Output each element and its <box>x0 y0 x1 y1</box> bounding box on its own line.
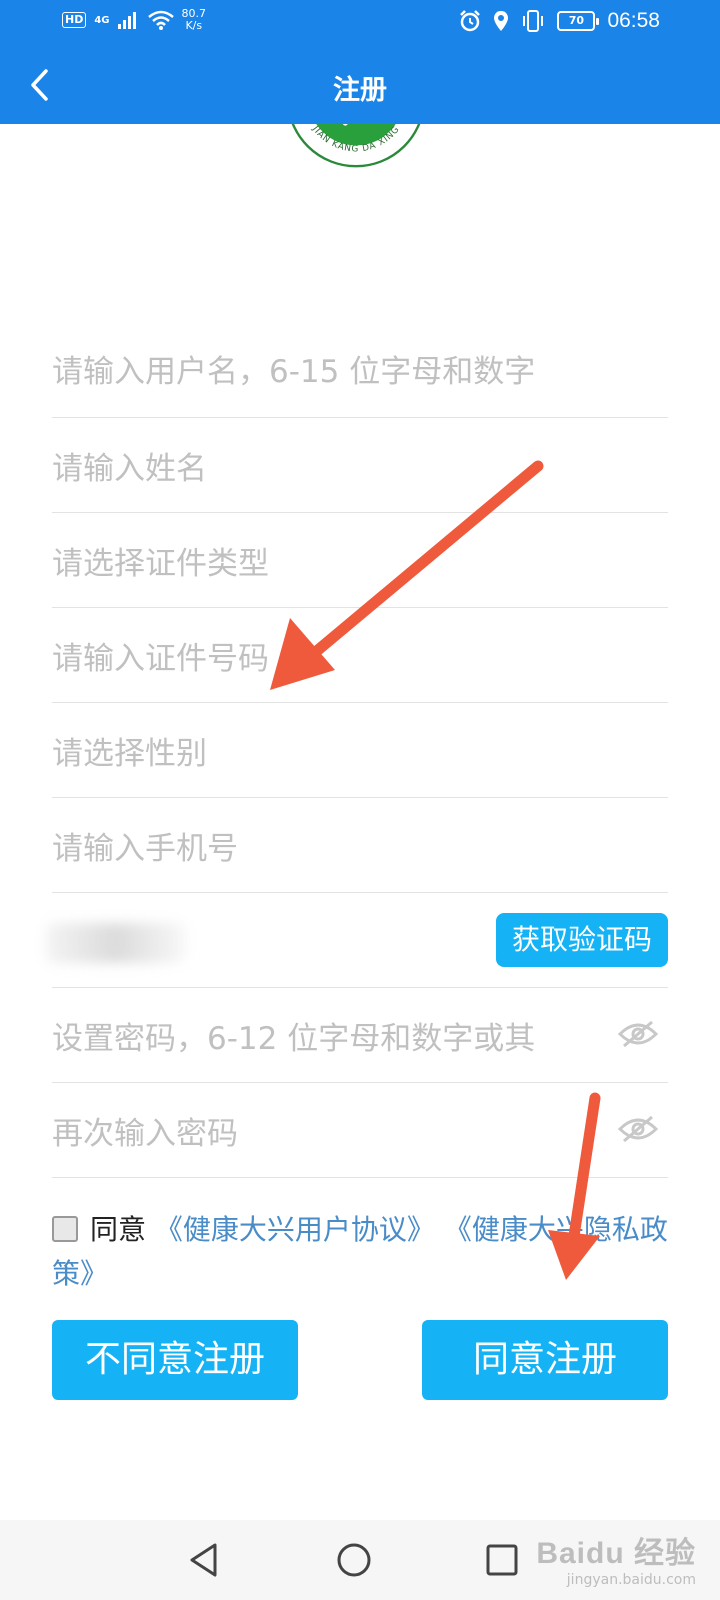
nav-back-button[interactable] <box>180 1536 228 1584</box>
clock: 06:58 <box>607 9 660 32</box>
speed-unit: K/s <box>185 19 203 32</box>
agree-register-button[interactable]: 同意注册 <box>422 1320 668 1400</box>
name-field[interactable]: 请输入姓名 <box>52 418 668 513</box>
location-icon <box>494 11 509 31</box>
disagree-button[interactable]: 不同意注册 <box>52 1320 298 1400</box>
wifi-icon <box>147 10 174 30</box>
baidu-watermark: Baidu 经验 jingyan.baidu.com <box>536 1528 696 1588</box>
id-number-placeholder: 请输入证件号码 <box>52 640 269 677</box>
circle-home-icon <box>337 1543 371 1577</box>
eye-off-icon[interactable] <box>618 1115 658 1143</box>
network-speed: 80.7 K/s <box>182 8 207 32</box>
password-placeholder: 设置密码，6-12 位字母和数字或其 <box>52 1020 536 1057</box>
verification-code-field[interactable]: 获取验证码 <box>46 893 668 988</box>
square-recents-icon <box>486 1544 518 1576</box>
register-screen: HD 4G 80.7 K/s 70 06:58 注册 JIAN KANG DA … <box>0 0 720 1600</box>
nav-recents-button[interactable] <box>478 1536 526 1584</box>
id-number-field[interactable]: 请输入证件号码 <box>52 608 668 703</box>
hd-badge: HD <box>62 12 87 28</box>
vibrate-icon <box>523 10 544 32</box>
status-right: 70 06:58 <box>459 9 660 33</box>
phone-field[interactable]: 请输入手机号 <box>52 798 668 893</box>
agreement-line: 同意 《健康大兴用户协议》 《健康大兴隐私政策》 <box>52 1208 672 1296</box>
name-placeholder: 请输入姓名 <box>52 450 207 487</box>
signal-icon <box>117 12 136 29</box>
blurred-code-input <box>46 923 186 963</box>
triangle-back-icon <box>190 1543 217 1577</box>
get-code-button[interactable]: 获取验证码 <box>495 913 668 967</box>
app-logo: JIAN KANG DA XING <box>238 124 474 264</box>
alarm-icon <box>460 10 481 32</box>
username-placeholder: 请输入用户名，6-15 位字母和数字 <box>52 354 536 390</box>
phone-placeholder: 请输入手机号 <box>52 830 238 867</box>
register-form: 请输入用户名，6-15 位字母和数字 请输入姓名 请选择证件类型 请输入证件号码… <box>46 320 668 1178</box>
username-field[interactable]: 请输入用户名，6-15 位字母和数字 <box>52 320 668 418</box>
gender-placeholder: 请选择性别 <box>52 735 207 772</box>
agree-checkbox[interactable] <box>52 1216 78 1242</box>
password-field[interactable]: 设置密码，6-12 位字母和数字或其 <box>52 988 668 1083</box>
app-bar: 注册 <box>0 46 720 124</box>
battery-indicator: 70 <box>557 11 600 31</box>
watermark-main: Baidu 经验 <box>536 1537 696 1570</box>
logo-emblem: JIAN KANG DA XING <box>291 124 421 168</box>
eye-off-icon[interactable] <box>618 1020 658 1048</box>
user-agreement-link[interactable]: 《健康大兴用户协议》 <box>155 1213 435 1246</box>
page-title: 注册 <box>333 75 387 106</box>
nav-home-button[interactable] <box>330 1536 378 1584</box>
status-left: HD 4G 80.7 K/s <box>62 8 206 32</box>
agree-prefix: 同意 <box>90 1213 147 1246</box>
confirm-password-placeholder: 再次输入密码 <box>52 1115 238 1152</box>
confirm-password-field[interactable]: 再次输入密码 <box>52 1083 668 1178</box>
gender-select[interactable]: 请选择性别 <box>52 703 668 798</box>
network-type: 4G <box>94 14 110 26</box>
status-bar: HD 4G 80.7 K/s 70 06:58 <box>0 0 720 46</box>
watermark-sub: jingyan.baidu.com <box>566 1572 696 1588</box>
id-type-select[interactable]: 请选择证件类型 <box>52 513 668 608</box>
id-type-placeholder: 请选择证件类型 <box>52 545 269 582</box>
